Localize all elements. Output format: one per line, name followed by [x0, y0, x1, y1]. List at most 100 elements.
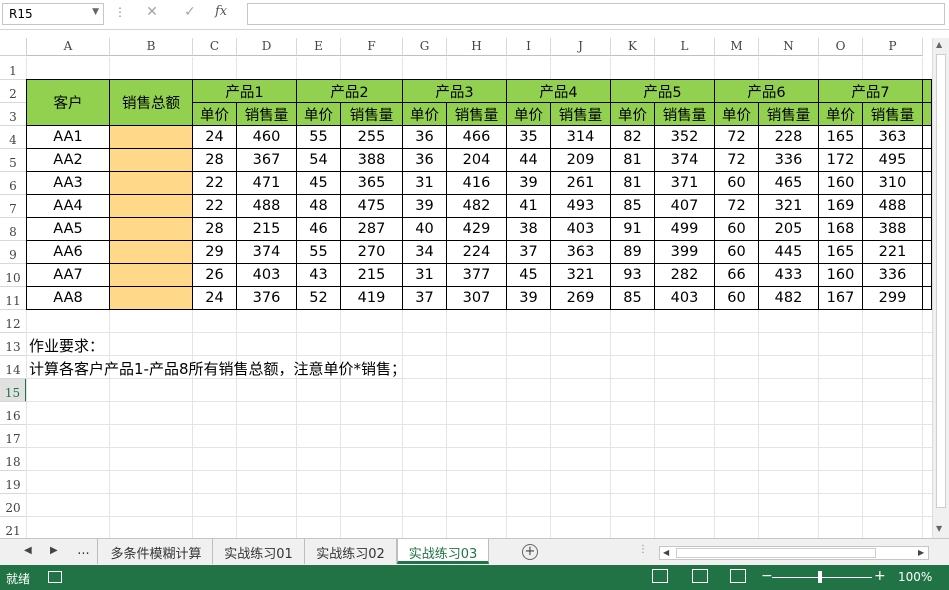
unit-price-cell[interactable]: 48: [297, 195, 341, 218]
header-unit-price[interactable]: 单价: [403, 103, 447, 126]
unit-price-cell[interactable]: 55: [297, 241, 341, 264]
sales-qty-cell[interactable]: 399: [655, 241, 715, 264]
unit-price-cell[interactable]: 41: [507, 195, 551, 218]
column-header-i[interactable]: I: [507, 38, 551, 56]
unit-price-cell[interactable]: 72: [715, 149, 759, 172]
unit-price-cell[interactable]: 165: [819, 126, 863, 149]
unit-price-cell[interactable]: 24: [193, 287, 237, 310]
sales-qty-cell[interactable]: 215: [237, 218, 297, 241]
tab-sheet-4[interactable]: 实战练习03: [397, 539, 489, 564]
sales-qty-cell[interactable]: 419: [341, 287, 403, 310]
column-header-e[interactable]: E: [297, 38, 341, 56]
unit-price-cell[interactable]: 165: [819, 241, 863, 264]
select-all-corner[interactable]: [0, 38, 27, 56]
header-sales-total[interactable]: 销售总额: [110, 80, 193, 126]
zoom-in-icon[interactable]: +: [874, 568, 886, 584]
unit-price-cell[interactable]: 72: [715, 126, 759, 149]
unit-price-cell[interactable]: 160: [819, 172, 863, 195]
unit-price-cell[interactable]: 81: [611, 172, 655, 195]
row-header-19[interactable]: 19: [0, 471, 27, 494]
cancel-icon[interactable]: ✕: [141, 4, 163, 24]
unit-price-cell[interactable]: 39: [507, 287, 551, 310]
header-sales-qty[interactable]: 销售量: [447, 103, 507, 126]
sales-qty-cell[interactable]: 255: [341, 126, 403, 149]
sales-qty-cell[interactable]: 471: [237, 172, 297, 195]
sales-qty-cell[interactable]: 376: [237, 287, 297, 310]
unit-price-cell[interactable]: 39: [507, 172, 551, 195]
sales-qty-cell[interactable]: 499: [655, 218, 715, 241]
column-header-a[interactable]: A: [27, 38, 110, 56]
sales-qty-cell[interactable]: 321: [551, 264, 611, 287]
header-product-3[interactable]: 产品3: [403, 80, 507, 103]
sales-total-cell[interactable]: [110, 287, 193, 310]
sales-qty-cell[interactable]: 336: [759, 149, 819, 172]
page-break-view-icon[interactable]: [730, 569, 746, 583]
row-header-21[interactable]: 21: [0, 517, 27, 538]
unit-price-cell[interactable]: 85: [611, 195, 655, 218]
unit-price-cell[interactable]: 43: [297, 264, 341, 287]
sales-qty-cell[interactable]: 270: [341, 241, 403, 264]
header-product-1[interactable]: 产品1: [193, 80, 297, 103]
sales-qty-cell[interactable]: 488: [863, 195, 923, 218]
customer-cell[interactable]: AA4: [27, 195, 110, 218]
macro-record-icon[interactable]: [48, 571, 62, 583]
sales-total-cell[interactable]: [110, 172, 193, 195]
sales-qty-cell[interactable]: 371: [655, 172, 715, 195]
overflow-cell[interactable]: [923, 241, 932, 264]
overflow-cell[interactable]: [923, 218, 932, 241]
row-header-4[interactable]: 4: [0, 126, 27, 149]
row-header-5[interactable]: 5: [0, 149, 27, 172]
sales-total-cell[interactable]: [110, 218, 193, 241]
zoom-slider[interactable]: [772, 577, 872, 578]
row-header-9[interactable]: 9: [0, 241, 27, 264]
sales-qty-cell[interactable]: 407: [655, 195, 715, 218]
header-product-5[interactable]: 产品5: [611, 80, 715, 103]
overflow-cell[interactable]: [923, 264, 932, 287]
header-sales-qty[interactable]: 销售量: [863, 103, 923, 126]
overflow-cell[interactable]: [923, 287, 932, 310]
sales-qty-cell[interactable]: 482: [447, 195, 507, 218]
zoom-out-icon[interactable]: −: [761, 568, 773, 584]
scroll-thumb[interactable]: [936, 54, 946, 508]
header-product-7[interactable]: 产品7: [819, 80, 923, 103]
sales-qty-cell[interactable]: 228: [759, 126, 819, 149]
tab-sheet-1[interactable]: 多条件模糊计算: [100, 539, 213, 564]
sales-qty-cell[interactable]: 365: [341, 172, 403, 195]
column-header-c[interactable]: C: [193, 38, 237, 56]
enter-icon[interactable]: ✓: [179, 4, 201, 24]
row-header-7[interactable]: 7: [0, 195, 27, 218]
sales-qty-cell[interactable]: 261: [551, 172, 611, 195]
overflow-cell[interactable]: [923, 149, 932, 172]
row-header-15[interactable]: 15: [0, 379, 27, 402]
column-header-o[interactable]: O: [819, 38, 863, 56]
unit-price-cell[interactable]: 39: [403, 195, 447, 218]
customer-cell[interactable]: AA8: [27, 287, 110, 310]
unit-price-cell[interactable]: 45: [297, 172, 341, 195]
sales-total-cell[interactable]: [110, 195, 193, 218]
customer-cell[interactable]: AA1: [27, 126, 110, 149]
column-header-j[interactable]: J: [551, 38, 611, 56]
column-header-p[interactable]: P: [863, 38, 923, 56]
row-header-11[interactable]: 11: [0, 287, 27, 310]
unit-price-cell[interactable]: 36: [403, 126, 447, 149]
row-header-18[interactable]: 18: [0, 448, 27, 471]
tab-sheet-2[interactable]: 实战练习01: [213, 539, 305, 564]
sales-qty-cell[interactable]: 429: [447, 218, 507, 241]
insert-function-icon[interactable]: fx: [215, 4, 227, 19]
column-header-g[interactable]: G: [403, 38, 447, 56]
unit-price-cell[interactable]: 60: [715, 218, 759, 241]
chevron-down-icon[interactable]: ▼: [92, 7, 99, 17]
sales-qty-cell[interactable]: 403: [551, 218, 611, 241]
sales-qty-cell[interactable]: 204: [447, 149, 507, 172]
unit-price-cell[interactable]: 60: [715, 287, 759, 310]
unit-price-cell[interactable]: 72: [715, 195, 759, 218]
unit-price-cell[interactable]: 45: [507, 264, 551, 287]
column-header-l[interactable]: L: [655, 38, 715, 56]
header-sales-qty[interactable]: 销售量: [237, 103, 297, 126]
scroll-up-icon[interactable]: ▲: [936, 40, 942, 49]
column-header-b[interactable]: B: [110, 38, 193, 56]
customer-cell[interactable]: AA3: [27, 172, 110, 195]
header-unit-price[interactable]: 单价: [611, 103, 655, 126]
scroll-right-icon[interactable]: ▶: [918, 548, 924, 557]
sales-qty-cell[interactable]: 269: [551, 287, 611, 310]
